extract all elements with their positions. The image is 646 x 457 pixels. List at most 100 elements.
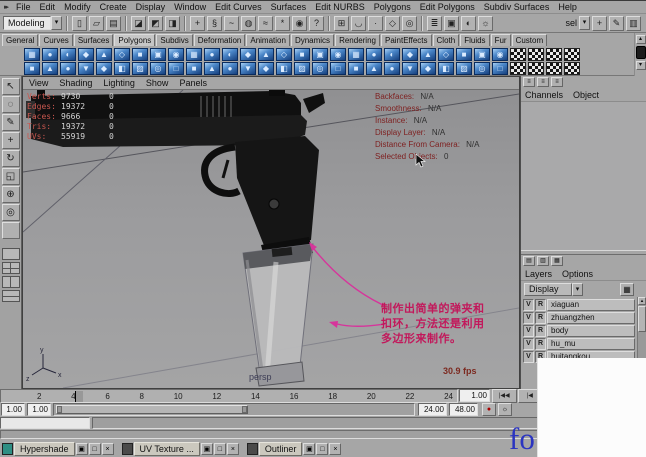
poly-primitive-icon[interactable]: ■ — [294, 48, 310, 61]
render-swatch-icon[interactable] — [528, 62, 544, 75]
current-time-marker[interactable] — [75, 391, 83, 402]
layer-chrono-icon[interactable]: ▥ — [537, 256, 549, 266]
ipr-render-icon[interactable]: ◐ — [461, 16, 476, 31]
shelf-tab[interactable]: General — [2, 34, 38, 46]
select-misc-icon[interactable]: ? — [309, 16, 324, 31]
panel-close-button[interactable]: × — [227, 443, 239, 455]
layer-editor-menu-item[interactable]: Options — [562, 269, 593, 279]
layer-display-dropdown[interactable]: Display — [524, 283, 572, 296]
viewport-canvas[interactable]: y x z Verts: 9730 0 Edges: 19372 0 Faces… — [23, 90, 519, 388]
channel-box-body[interactable] — [521, 102, 646, 250]
layer-visibility-toggle[interactable]: V — [523, 338, 534, 350]
playback-start-field[interactable]: 1.00 — [27, 403, 51, 416]
menu-item[interactable]: Help — [558, 2, 577, 12]
poly-tool-icon[interactable]: ▨ — [132, 62, 148, 75]
poly-tool-icon[interactable]: ◆ — [258, 62, 274, 75]
poly-tool-icon[interactable]: ■ — [186, 62, 202, 75]
shelf-tab[interactable]: Rendering — [335, 34, 380, 46]
poly-tool-icon[interactable]: ▨ — [456, 62, 472, 75]
render-globals-icon[interactable]: ☼ — [478, 16, 493, 31]
poly-primitive-icon[interactable]: ◆ — [402, 48, 418, 61]
viewport-menu-item[interactable]: Shading — [59, 78, 92, 88]
layer-display-type-toggle[interactable]: R — [535, 325, 546, 337]
poly-primitive-icon[interactable]: ◉ — [492, 48, 508, 61]
scroll-up-icon[interactable]: ▴ — [638, 297, 646, 305]
select-curves-icon[interactable]: ~ — [224, 16, 239, 31]
channel-slow-icon[interactable]: ≡ — [523, 77, 535, 87]
range-slider-track[interactable] — [53, 403, 415, 416]
auto-keyframe-button[interactable]: ● — [482, 403, 496, 416]
menu-item[interactable]: Modify — [64, 2, 91, 12]
poly-primitive-icon[interactable]: ◉ — [168, 48, 184, 61]
layer-edit-icon[interactable]: ▦ — [551, 256, 563, 266]
shelf-tab[interactable]: Cloth — [433, 34, 460, 46]
poly-tool-icon[interactable]: ◎ — [150, 62, 166, 75]
shelf-tab[interactable]: Polygons — [114, 34, 155, 46]
poly-tool-icon[interactable]: ◧ — [114, 62, 130, 75]
render-current-frame-icon[interactable]: ▣ — [444, 16, 459, 31]
menu-item[interactable]: Edit Curves — [215, 2, 262, 12]
poly-tool-icon[interactable]: ▲ — [42, 62, 58, 75]
poly-primitive-icon[interactable]: ◇ — [438, 48, 454, 61]
show-sidebar-icon[interactable]: ▥ — [626, 16, 641, 31]
command-line-input[interactable] — [0, 417, 90, 429]
poly-primitive-icon[interactable]: ◆ — [240, 48, 256, 61]
menu-set-dropdown[interactable]: Modeling ▾ — [3, 16, 62, 30]
layout-split-pane-button[interactable] — [2, 290, 20, 302]
poly-primitive-icon[interactable]: ■ — [132, 48, 148, 61]
select-joints-icon[interactable]: § — [207, 16, 222, 31]
select-object-icon[interactable]: ◩ — [148, 16, 163, 31]
make-live-icon[interactable]: ◎ — [402, 16, 417, 31]
panel-label[interactable]: UV Texture ... — [134, 442, 200, 456]
animation-preferences-button[interactable]: ☼ — [498, 403, 512, 416]
open-scene-icon[interactable]: ▱ — [89, 16, 104, 31]
menu-item[interactable]: Edit — [40, 2, 56, 12]
layer-display-type-toggle[interactable]: R — [535, 299, 546, 311]
numeric-input-icon[interactable]: ✎ — [609, 16, 624, 31]
poly-primitive-icon[interactable]: ▦ — [24, 48, 40, 61]
poly-tool-icon[interactable]: ◎ — [474, 62, 490, 75]
menu-item[interactable]: Edit NURBS — [315, 2, 365, 12]
render-swatch-icon[interactable] — [564, 48, 580, 61]
poly-primitive-icon[interactable]: ▦ — [186, 48, 202, 61]
poly-primitive-icon[interactable]: ◐ — [222, 48, 238, 61]
poly-tool-icon[interactable]: □ — [168, 62, 184, 75]
channel-box-menu-item[interactable]: Object — [573, 90, 599, 100]
channel-fast-icon[interactable]: ≡ — [551, 77, 563, 87]
poly-primitive-icon[interactable]: ▣ — [474, 48, 490, 61]
poly-primitive-icon[interactable]: ◇ — [276, 48, 292, 61]
select-dynamics-icon[interactable]: * — [275, 16, 290, 31]
select-handles-icon[interactable]: + — [190, 16, 205, 31]
universal-manipulator-icon[interactable]: ⊕ — [2, 186, 20, 203]
layout-two-pane-button[interactable] — [2, 276, 20, 288]
poly-tool-icon[interactable]: ▲ — [204, 62, 220, 75]
channel-box-menu-item[interactable]: Channels — [525, 90, 563, 100]
render-swatch-icon[interactable] — [528, 48, 544, 61]
snap-grid-icon[interactable]: ⊞ — [334, 16, 349, 31]
viewport-menu-item[interactable]: Lighting — [103, 78, 135, 88]
poly-tool-icon[interactable]: ● — [384, 62, 400, 75]
shelf-tab[interactable]: Deformation — [194, 34, 246, 46]
shelf-tab[interactable]: Fluids — [460, 34, 489, 46]
render-swatch-icon[interactable] — [546, 62, 562, 75]
poly-tool-icon[interactable]: ◧ — [276, 62, 292, 75]
poly-tool-icon[interactable]: □ — [330, 62, 346, 75]
menu-item[interactable]: File — [16, 2, 31, 12]
snap-point-icon[interactable]: ∙ — [368, 16, 383, 31]
time-slider[interactable]: 24681012141618202224 — [0, 389, 458, 403]
menu-item[interactable]: Create — [100, 2, 127, 12]
chevron-down-icon[interactable]: ▾ — [51, 16, 62, 30]
quick-select-field-icon[interactable]: + — [592, 16, 607, 31]
poly-primitive-icon[interactable]: ● — [366, 48, 382, 61]
render-swatch-icon[interactable] — [564, 62, 580, 75]
new-scene-icon[interactable]: ▯ — [72, 16, 87, 31]
select-rendering-icon[interactable]: ◉ — [292, 16, 307, 31]
panel-label[interactable]: Outliner — [259, 442, 303, 456]
poly-tool-icon[interactable]: ▼ — [240, 62, 256, 75]
poly-tool-icon[interactable]: ■ — [348, 62, 364, 75]
layer-display-type-toggle[interactable]: R — [535, 338, 546, 350]
menu-item[interactable]: Polygons — [374, 2, 411, 12]
shelf-tab[interactable]: Custom — [512, 34, 548, 46]
panel-label[interactable]: Hypershade — [14, 442, 75, 456]
paint-select-tool-icon[interactable]: ✎ — [2, 114, 20, 131]
